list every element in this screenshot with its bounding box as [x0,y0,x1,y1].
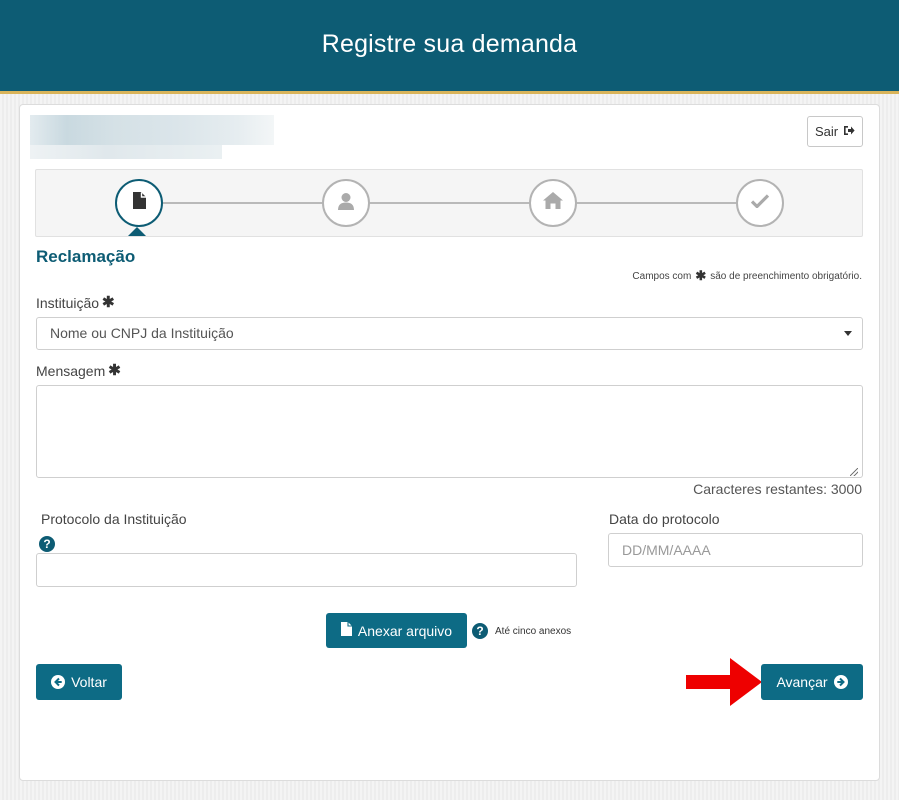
message-textarea[interactable] [36,385,863,478]
institution-label: Instituição ✱ [36,293,115,311]
user-icon [337,192,355,215]
message-label: Mensagem ✱ [36,361,121,379]
question-circle-icon[interactable]: ? [472,623,488,639]
protocol-help[interactable]: ? [39,535,55,553]
form-card: Sair Reclamação Campos com ✱ são de pree… [19,104,880,781]
attach-note-text: Até cinco anexos [495,625,572,637]
characters-remaining: Caracteres restantes: 3000 [693,481,862,497]
section-title: Reclamação [36,247,136,266]
document-icon [132,192,146,214]
institution-select-placeholder: Nome ou CNPJ da Instituição [50,325,234,341]
institution-label-text: Instituição [36,295,100,311]
attach-file-label: Anexar arquivo [357,622,453,639]
page-header: Registre sua demanda [0,0,899,94]
protocol-date-label: Data do protocolo [609,511,720,527]
home-icon [543,192,563,214]
file-icon [340,622,352,639]
message-label-text: Mensagem [36,363,106,379]
resize-handle-icon[interactable] [850,468,858,476]
question-circle-icon: ? [39,536,55,552]
required-asterisk-icon: ✱ [108,362,121,379]
arrow-left-circle-icon [51,675,66,689]
required-note-prefix: Campos com [632,270,692,282]
required-note-suffix: são de preenchimento obrigatório. [710,270,862,282]
back-button[interactable]: Voltar [36,664,122,700]
attach-note: ? Até cinco anexos [472,623,571,639]
active-step-pointer [128,227,146,236]
required-asterisk-icon: ✱ [102,294,115,311]
step-personal-data[interactable] [322,179,370,227]
step-connector [576,202,739,204]
arrow-right-circle-icon [833,675,848,689]
institution-select[interactable]: Nome ou CNPJ da Instituição [36,317,863,350]
protocol-date-placeholder: DD/MM/AAAA [622,542,711,558]
protocol-label: Protocolo da Instituição [41,511,187,527]
required-fields-note: Campos com ✱ são de preenchimento obriga… [632,268,862,284]
step-address[interactable] [529,179,577,227]
red-arrow-annotation [686,658,762,706]
check-icon [750,193,770,213]
sign-out-icon [843,124,855,139]
protocol-input[interactable] [36,553,577,587]
back-button-label: Voltar [71,674,107,690]
attach-file-button[interactable]: Anexar arquivo [326,613,467,648]
asterisk-icon: ✱ [695,268,707,283]
step-complaint[interactable] [115,179,163,227]
exit-button[interactable]: Sair [807,116,863,147]
next-button[interactable]: Avançar [761,664,863,700]
caret-down-icon [844,331,852,336]
page-title: Registre sua demanda [321,30,578,58]
blurred-user-info [30,115,274,163]
step-connector [162,202,325,204]
step-connector [369,202,532,204]
protocol-date-input[interactable]: DD/MM/AAAA [608,533,863,567]
exit-button-label: Sair [814,124,839,139]
progress-stepper [35,169,863,237]
next-button-label: Avançar [776,674,828,690]
step-confirmation[interactable] [736,179,784,227]
